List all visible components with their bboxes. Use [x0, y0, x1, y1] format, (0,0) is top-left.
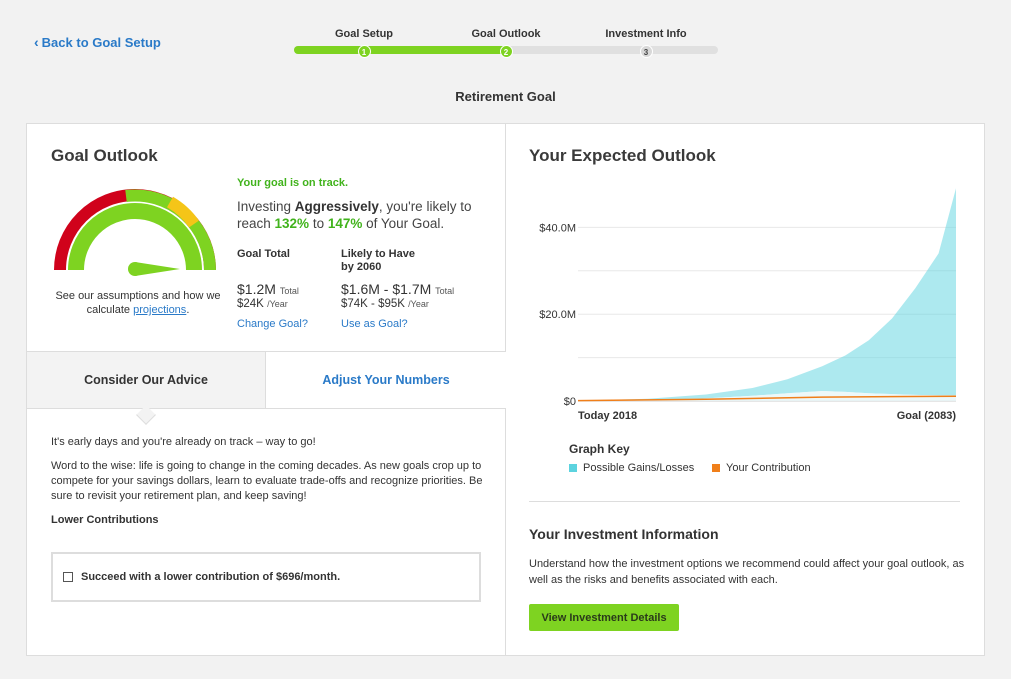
step-goal-outlook[interactable]: Goal Outlook 2 — [446, 28, 566, 60]
step-dot: 1 — [357, 45, 371, 58]
goal-card: Goal Outlook See our assumptions and how… — [26, 123, 985, 656]
change-goal-link[interactable]: Change Goal? — [237, 318, 337, 330]
gauge-caption-period: . — [186, 304, 190, 316]
outlook-gauge — [54, 189, 216, 276]
view-investment-details-button[interactable]: View Investment Details — [529, 604, 679, 631]
amount-value: $1.6M - $1.7M — [341, 281, 432, 297]
gauge-needle — [135, 262, 180, 276]
back-to-goal-setup-link[interactable]: ‹ Back to Goal Setup — [34, 34, 161, 50]
step-dot: 3 — [639, 45, 653, 58]
expected-outlook-chart: $0 $20.0M $40.0M Today 2018 Goal (2083) — [539, 188, 957, 422]
investment-info-text: Understand how the investment options we… — [529, 558, 965, 586]
amount-value: $1.2M — [237, 281, 276, 297]
advice-content: It's early days and you're already on tr… — [51, 435, 486, 528]
summary-text: Investing — [237, 199, 295, 214]
amount-suffix: Total — [279, 286, 299, 296]
per-year-value: $74K - $95K — [341, 298, 405, 310]
step-label: Goal Setup — [334, 28, 394, 40]
goal-total-per-year: $24K /Year — [237, 298, 337, 310]
tab-consider-our-advice[interactable]: Consider Our Advice — [27, 352, 266, 408]
goal-total-header: Goal Total — [237, 248, 290, 260]
high-percent: 147% — [327, 216, 363, 231]
investment-info-title: Your Investment Information — [529, 526, 719, 542]
tab-adjust-your-numbers[interactable]: Adjust Your Numbers — [266, 352, 506, 408]
advice-paragraph: Word to the wise: life is going to chang… — [51, 460, 483, 502]
goal-total-stat: Goal Total . $1.2M Total $24K /Year Chan… — [237, 248, 337, 330]
y-tick-label: $0 — [564, 396, 576, 408]
y-tick-label: $20.0M — [539, 309, 576, 321]
gains-losses-band — [578, 188, 956, 401]
step-label: Goal Outlook — [471, 28, 541, 40]
summary-text: of Your Goal. — [362, 216, 445, 231]
step-investment-info[interactable]: Investment Info 3 — [586, 28, 706, 60]
investing-summary: Investing Aggressively, you're likely to… — [237, 198, 489, 232]
step-goal-setup[interactable]: Goal Setup 1 — [304, 28, 424, 60]
gauge-caption: See our assumptions and how we calculate… — [51, 289, 225, 317]
goal-total-amount: $1.2M Total — [237, 281, 337, 297]
low-percent: 132% — [274, 216, 310, 231]
likely-to-have-stat: Likely to Have by 2060 $1.6M - $1.7M Tot… — [341, 248, 491, 330]
projections-link[interactable]: projections — [133, 304, 186, 316]
contribution-swatch — [712, 464, 720, 472]
page-title: Retirement Goal — [455, 89, 556, 104]
legend-contribution-label: Your Contribution — [726, 462, 811, 474]
goal-outlook-title: Goal Outlook — [51, 146, 158, 165]
x-tick-label-end: Goal (2083) — [897, 410, 957, 422]
back-link-label: Back to Goal Setup — [41, 34, 161, 50]
legend-gains-label: Possible Gains/Losses — [583, 462, 695, 474]
lower-contribution-checkbox[interactable] — [63, 572, 73, 582]
advice-tabs: Consider Our Advice Adjust Your Numbers — [27, 351, 506, 409]
goal-status: Your goal is on track. — [237, 177, 349, 189]
summary-text: to — [309, 216, 328, 231]
use-as-goal-link[interactable]: Use as Goal? — [341, 318, 491, 330]
progress-stepper: Goal Setup 1 Goal Outlook 2 Investment I… — [294, 28, 718, 58]
step-label: Investment Info — [605, 28, 687, 40]
expected-outlook-title: Your Expected Outlook — [529, 146, 716, 165]
likely-amount: $1.6M - $1.7M Total — [341, 281, 491, 297]
left-panel: Goal Outlook See our assumptions and how… — [27, 124, 506, 655]
legend-contribution: Your Contribution — [712, 462, 811, 474]
gains-swatch — [569, 464, 577, 472]
graph-key-title: Graph Key — [569, 442, 630, 456]
gauge-green-inner-arc — [68, 203, 202, 271]
legend-gains: Possible Gains/Losses — [569, 462, 694, 474]
per-year-suffix: /Year — [267, 299, 288, 309]
advice-paragraph: It's early days and you're already on tr… — [51, 436, 316, 448]
likely-header: Likely to Have — [341, 248, 415, 260]
per-year-value: $24K — [237, 298, 264, 310]
per-year-suffix: /Year — [408, 299, 429, 309]
x-tick-label-start: Today 2018 — [578, 410, 637, 422]
amount-suffix: Total — [435, 286, 455, 296]
y-tick-label: $40.0M — [539, 222, 576, 234]
lower-contribution-option[interactable]: Succeed with a lower contribution of $69… — [51, 552, 481, 602]
divider — [529, 501, 960, 502]
step-dot: 2 — [499, 45, 513, 58]
right-panel: Your Expected Outlook $0 $20.0M $40.0M Toda… — [506, 124, 984, 655]
option-label: Succeed with a lower contribution of $69… — [81, 571, 341, 583]
lower-contributions-heading: Lower Contributions — [51, 514, 159, 526]
likely-per-year: $74K - $95K /Year — [341, 298, 491, 310]
likely-header-year: by 2060 — [341, 261, 382, 273]
strategy-label: Aggressively — [294, 199, 379, 214]
chevron-left-icon: ‹ — [34, 34, 39, 50]
